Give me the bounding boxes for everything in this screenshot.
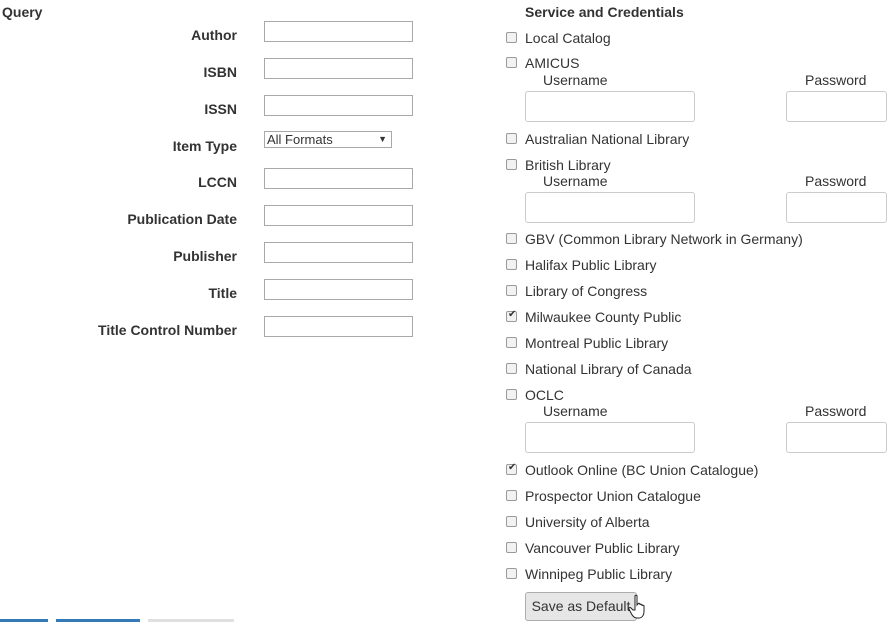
service-checkbox[interactable]: [506, 233, 517, 244]
password-label: Password: [805, 72, 867, 88]
service-label: University of Alberta: [525, 514, 650, 530]
lccn-input[interactable]: [264, 168, 413, 189]
lccn-label: LCCN: [198, 174, 237, 190]
save-as-default-button[interactable]: Save as Default: [525, 592, 637, 621]
checkmark-icon: ✔: [508, 309, 517, 320]
publisher-label: Publisher: [173, 248, 237, 264]
service-checkbox[interactable]: [506, 389, 517, 400]
service-checkbox[interactable]: [506, 568, 517, 579]
service-checkbox[interactable]: [506, 516, 517, 527]
british-library-username-input[interactable]: [525, 192, 695, 223]
service-checkbox[interactable]: [506, 57, 517, 68]
password-label: Password: [805, 173, 867, 189]
title-label: Title: [208, 285, 237, 301]
checkmark-icon: ✔: [508, 462, 517, 473]
oclc-username-input[interactable]: [525, 422, 695, 453]
password-label: Password: [805, 403, 867, 419]
hand-cursor-icon: [628, 594, 645, 619]
item-type-label: Item Type: [172, 138, 237, 154]
service-label: AMICUS: [525, 55, 580, 71]
service-checkbox[interactable]: [506, 259, 517, 270]
isbn-label: ISBN: [203, 64, 237, 80]
service-label: Outlook Online (BC Union Catalogue): [525, 462, 759, 478]
service-label: Local Catalog: [525, 30, 611, 46]
service-checkbox[interactable]: [506, 363, 517, 374]
service-label: Library of Congress: [525, 283, 648, 299]
british-library-password-input[interactable]: [786, 192, 887, 223]
service-label: Prospector Union Catalogue: [525, 488, 701, 504]
service-checkbox[interactable]: [506, 490, 517, 501]
service-checkbox-checked[interactable]: ✔: [506, 462, 517, 475]
service-checkbox[interactable]: [506, 285, 517, 296]
dropdown-arrow-icon: ▼: [378, 134, 387, 144]
issn-input[interactable]: [264, 95, 413, 116]
service-label: Montreal Public Library: [525, 335, 669, 351]
amicus-password-input[interactable]: [786, 91, 887, 122]
title-control-number-label: Title Control Number: [98, 322, 237, 338]
service-checkbox[interactable]: [506, 32, 517, 43]
username-label: Username: [543, 403, 608, 419]
service-label: Milwaukee County Public: [525, 309, 682, 325]
publication-date-input[interactable]: [264, 205, 413, 226]
title-input[interactable]: [264, 279, 413, 300]
item-type-select[interactable]: All Formats ▼: [264, 131, 392, 148]
service-label: National Library of Canada: [525, 361, 692, 377]
service-checkbox[interactable]: [506, 337, 517, 348]
item-type-selected-value: All Formats: [267, 132, 333, 147]
publication-date-label: Publication Date: [127, 211, 237, 227]
isbn-input[interactable]: [264, 58, 413, 79]
issn-label: ISSN: [204, 101, 237, 117]
service-label: Vancouver Public Library: [525, 540, 680, 556]
author-input[interactable]: [264, 21, 413, 42]
service-label: British Library: [525, 157, 611, 173]
service-label: Halifax Public Library: [525, 257, 657, 273]
query-heading: Query: [2, 4, 43, 20]
service-checkbox-checked[interactable]: ✔: [506, 309, 517, 322]
services-heading: Service and Credentials: [525, 4, 684, 20]
service-checkbox[interactable]: [506, 542, 517, 553]
service-checkbox[interactable]: [506, 133, 517, 144]
title-control-number-input[interactable]: [264, 316, 413, 337]
username-label: Username: [543, 72, 608, 88]
service-label: Winnipeg Public Library: [525, 566, 673, 582]
service-checkbox[interactable]: [506, 159, 517, 170]
oclc-password-input[interactable]: [786, 422, 887, 453]
service-label: OCLC: [525, 387, 564, 403]
service-label: Australian National Library: [525, 131, 690, 147]
author-label: Author: [191, 27, 237, 43]
publisher-input[interactable]: [264, 242, 413, 263]
username-label: Username: [543, 173, 608, 189]
amicus-username-input[interactable]: [525, 91, 695, 122]
service-label: GBV (Common Library Network in Germany): [525, 231, 803, 247]
